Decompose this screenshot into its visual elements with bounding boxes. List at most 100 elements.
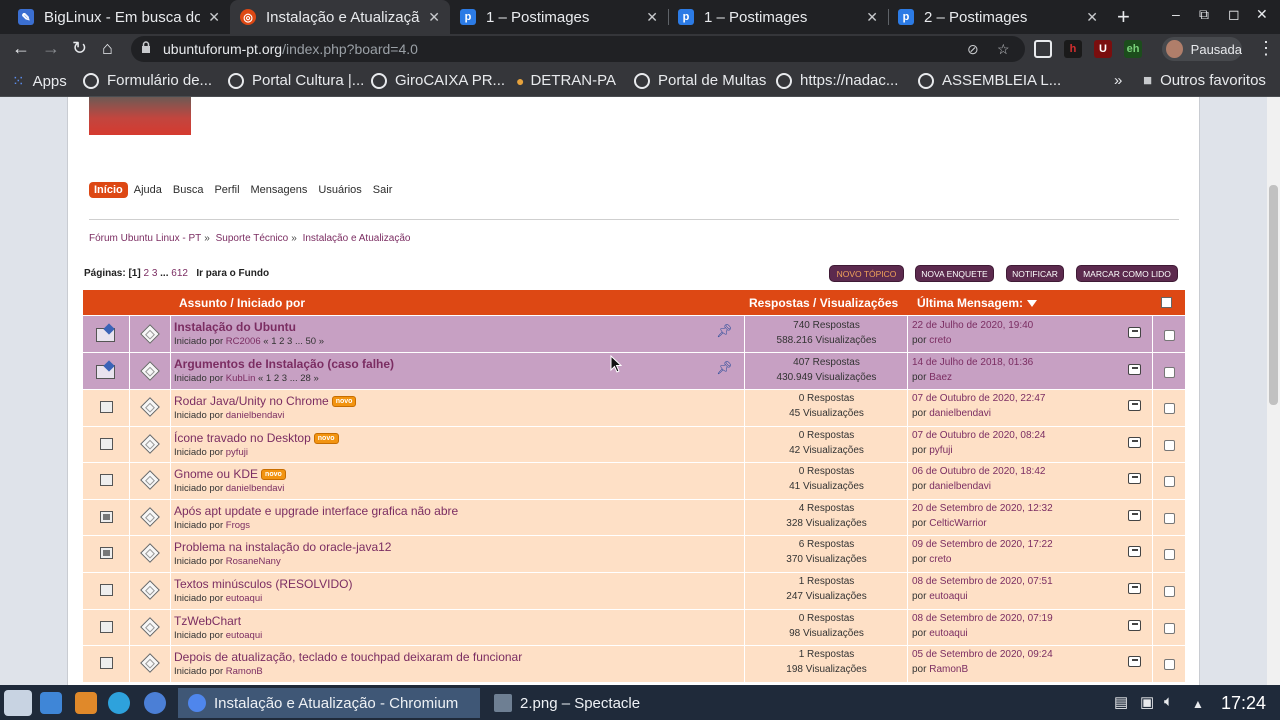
- goto-last-post-icon[interactable]: [1128, 509, 1141, 521]
- last-post-date[interactable]: 06 de Outubro de 2020, 18:42: [912, 466, 1045, 477]
- mark-read-button[interactable]: marcar como lido: [1076, 265, 1178, 282]
- tab-0[interactable]: ✎ BigLinux - Em busca do s ✕: [8, 0, 230, 34]
- volume-icon[interactable]: 🔈︎: [1164, 693, 1173, 710]
- close-icon[interactable]: ✕: [646, 9, 658, 26]
- topic-title-link[interactable]: Problema na instalação do oracle-java12: [174, 540, 391, 554]
- close-icon[interactable]: ✕: [208, 9, 220, 26]
- topic-title-link[interactable]: Textos minúsculos (RESOLVIDO): [174, 577, 353, 591]
- last-poster-link[interactable]: eutoaqui: [929, 591, 967, 602]
- clipboard-icon[interactable]: ▤: [1114, 693, 1128, 711]
- topic-title-link[interactable]: TzWebChart: [174, 614, 241, 628]
- page-link[interactable]: 612: [171, 268, 188, 279]
- topic-checkbox[interactable]: [1164, 476, 1175, 488]
- topic-title-link[interactable]: Argumentos de Instalação (caso falhe): [174, 357, 394, 371]
- back-arrow-icon[interactable]: ←: [12, 38, 30, 59]
- author-link[interactable]: danielbendavi: [226, 410, 285, 421]
- page-scrollbar[interactable]: [1267, 97, 1280, 685]
- page-link[interactable]: 2: [143, 268, 149, 279]
- file-manager-icon[interactable]: [40, 692, 62, 714]
- topic-title-link[interactable]: Ícone travado no Desktop novo: [174, 431, 339, 445]
- goto-bottom-link[interactable]: Ir para o Fundo: [196, 268, 269, 279]
- bookmark-other[interactable]: ■ Outros favoritos: [1143, 72, 1266, 89]
- goto-last-post-icon[interactable]: [1128, 436, 1141, 448]
- bookmark-5[interactable]: Portal de Multas: [634, 72, 766, 89]
- minimize-icon[interactable]: –: [1172, 6, 1180, 22]
- select-all-checkbox[interactable]: [1161, 297, 1172, 308]
- breadcrumb-item[interactable]: Instalação e Atualização: [303, 233, 411, 244]
- goto-last-post-icon[interactable]: [1128, 327, 1141, 338]
- menu-item-usuarios[interactable]: Usuários: [313, 182, 366, 198]
- notify-button[interactable]: notificar: [1006, 265, 1064, 282]
- topic-title-link[interactable]: Gnome ou KDE novo: [174, 467, 286, 481]
- tab-2[interactable]: p 1 – Postimages ✕: [450, 0, 668, 34]
- author-link[interactable]: KubLin: [226, 373, 256, 384]
- bookmark-4[interactable]: ● DETRAN-PA: [516, 72, 616, 89]
- menu-item-inicio[interactable]: Início: [89, 182, 128, 198]
- topic-checkbox[interactable]: [1164, 330, 1175, 341]
- author-link[interactable]: eutoaqui: [226, 630, 262, 641]
- honey-extension-icon[interactable]: h: [1064, 40, 1082, 58]
- header-last-post[interactable]: Última Mensagem:: [917, 296, 1038, 310]
- topic-checkbox[interactable]: [1164, 549, 1175, 561]
- calculator-icon[interactable]: [75, 692, 97, 714]
- tab-search-icon[interactable]: [1034, 40, 1052, 58]
- topic-title-link[interactable]: Após apt update e upgrade interface graf…: [174, 504, 458, 518]
- telegram-icon[interactable]: [108, 692, 130, 714]
- bookmark-3[interactable]: GiroCAIXA PR...: [371, 72, 505, 89]
- topic-checkbox[interactable]: [1164, 622, 1175, 634]
- last-post-date[interactable]: 20 de Setembro de 2020, 12:32: [912, 503, 1053, 514]
- goto-last-post-icon[interactable]: [1128, 364, 1141, 375]
- last-post-date[interactable]: 07 de Outubro de 2020, 08:24: [912, 430, 1045, 441]
- topic-checkbox[interactable]: [1164, 439, 1175, 451]
- topic-checkbox[interactable]: [1164, 586, 1175, 597]
- goto-last-post-icon[interactable]: [1128, 546, 1141, 558]
- topic-checkbox[interactable]: [1164, 512, 1175, 524]
- last-poster-link[interactable]: creto: [929, 554, 951, 565]
- author-link[interactable]: pyfuji: [226, 447, 248, 458]
- bookmark-apps[interactable]: ⁙ Apps: [12, 72, 67, 91]
- author-link[interactable]: eutoaqui: [226, 593, 262, 604]
- last-poster-link[interactable]: CelticWarrior: [929, 518, 986, 529]
- last-post-date[interactable]: 08 de Setembro de 2020, 07:19: [912, 613, 1053, 624]
- topic-checkbox[interactable]: [1164, 367, 1175, 378]
- new-tab-icon[interactable]: +: [1117, 4, 1130, 30]
- bookmark-6[interactable]: https://nadac...: [776, 72, 898, 89]
- reload-icon[interactable]: ↻: [72, 38, 87, 59]
- tab-1[interactable]: ◎ Instalação e Atualização ✕: [230, 0, 450, 34]
- topic-title-link[interactable]: Instalação do Ubuntu: [174, 320, 296, 334]
- goto-last-post-icon[interactable]: [1128, 583, 1141, 594]
- close-icon[interactable]: ✕: [428, 9, 440, 26]
- last-post-date[interactable]: 07 de Outubro de 2020, 22:47: [912, 393, 1045, 404]
- task-spectacle[interactable]: 2.png – Spectacle: [484, 688, 784, 718]
- menu-kebab-icon[interactable]: ⋮: [1257, 38, 1275, 59]
- bookmarks-overflow-icon[interactable]: »: [1114, 72, 1122, 89]
- new-topic-button[interactable]: novo tópico: [829, 265, 904, 282]
- app-launcher-icon[interactable]: [4, 690, 32, 716]
- forward-arrow-icon[interactable]: →: [42, 38, 60, 59]
- bookmark-7[interactable]: ASSEMBLEIA L...: [918, 72, 1061, 89]
- last-poster-link[interactable]: danielbendavi: [929, 408, 991, 419]
- last-post-date[interactable]: 22 de Julho de 2020, 19:40: [912, 320, 1033, 331]
- goto-last-post-icon[interactable]: [1128, 656, 1141, 668]
- last-poster-link[interactable]: creto: [929, 335, 951, 346]
- goto-last-post-icon[interactable]: [1128, 400, 1141, 411]
- last-poster-link[interactable]: Baez: [929, 372, 952, 383]
- author-link[interactable]: RC2006: [226, 336, 261, 347]
- author-link[interactable]: Frogs: [226, 520, 250, 531]
- breadcrumb-item[interactable]: Suporte Técnico: [216, 233, 289, 244]
- scrollbar-thumb[interactable]: [1269, 185, 1278, 405]
- last-poster-link[interactable]: eutoaqui: [929, 628, 967, 639]
- last-post-date[interactable]: 09 de Setembro de 2020, 17:22: [912, 539, 1053, 550]
- topic-title-link[interactable]: Rodar Java/Unity no Chrome novo: [174, 394, 357, 408]
- menu-item-busca[interactable]: Busca: [168, 182, 209, 198]
- eh-extension-icon[interactable]: eh: [1124, 40, 1142, 58]
- last-post-date[interactable]: 14 de Julho de 2018, 01:36: [912, 357, 1033, 368]
- topic-pages[interactable]: « 1 2 3 ... 50 »: [263, 336, 324, 347]
- close-icon[interactable]: ✕: [866, 9, 878, 26]
- tab-3[interactable]: p 1 – Postimages ✕: [668, 0, 888, 34]
- author-link[interactable]: RamonB: [226, 666, 263, 677]
- task-chromium[interactable]: Instalação e Atualização - Chromium: [178, 688, 480, 718]
- header-subject[interactable]: Assunto / Iniciado por: [179, 296, 305, 310]
- address-bar[interactable]: ubuntuforum-pt.org/index.php?board=4.0 ⊘…: [131, 36, 1025, 62]
- menu-item-mensagens[interactable]: Mensagens: [246, 182, 313, 198]
